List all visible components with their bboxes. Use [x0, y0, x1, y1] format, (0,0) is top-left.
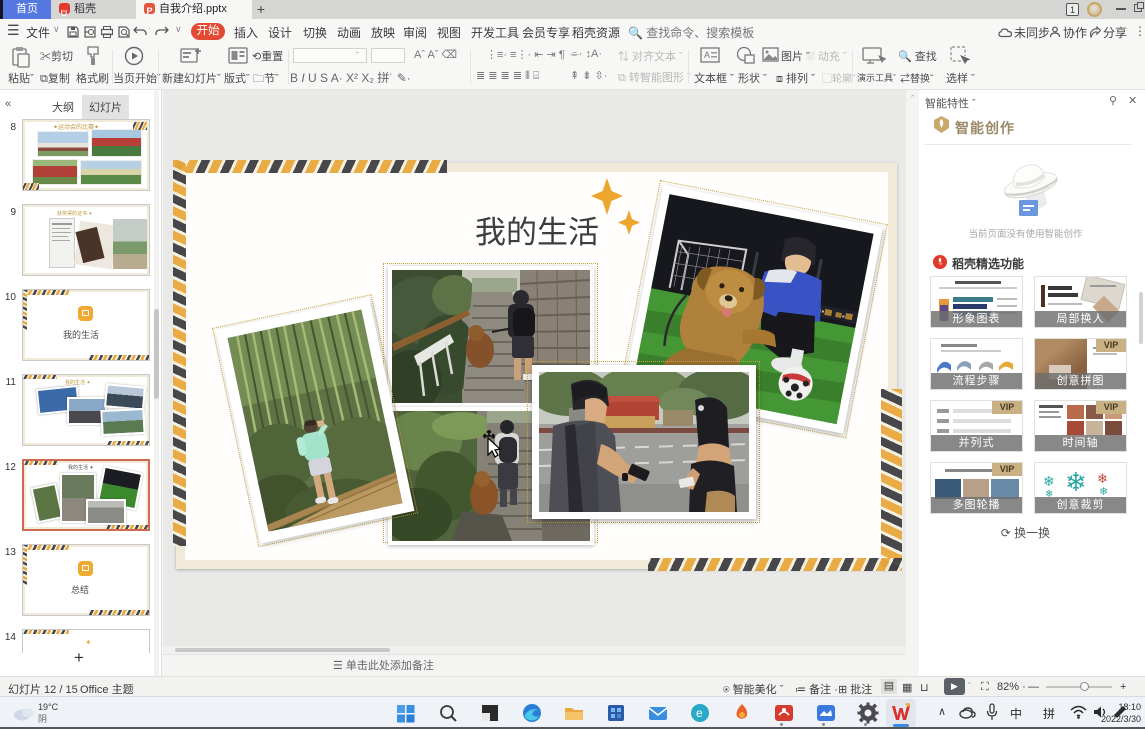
svg-text:A: A: [704, 50, 710, 60]
svg-text:e: e: [696, 706, 703, 720]
